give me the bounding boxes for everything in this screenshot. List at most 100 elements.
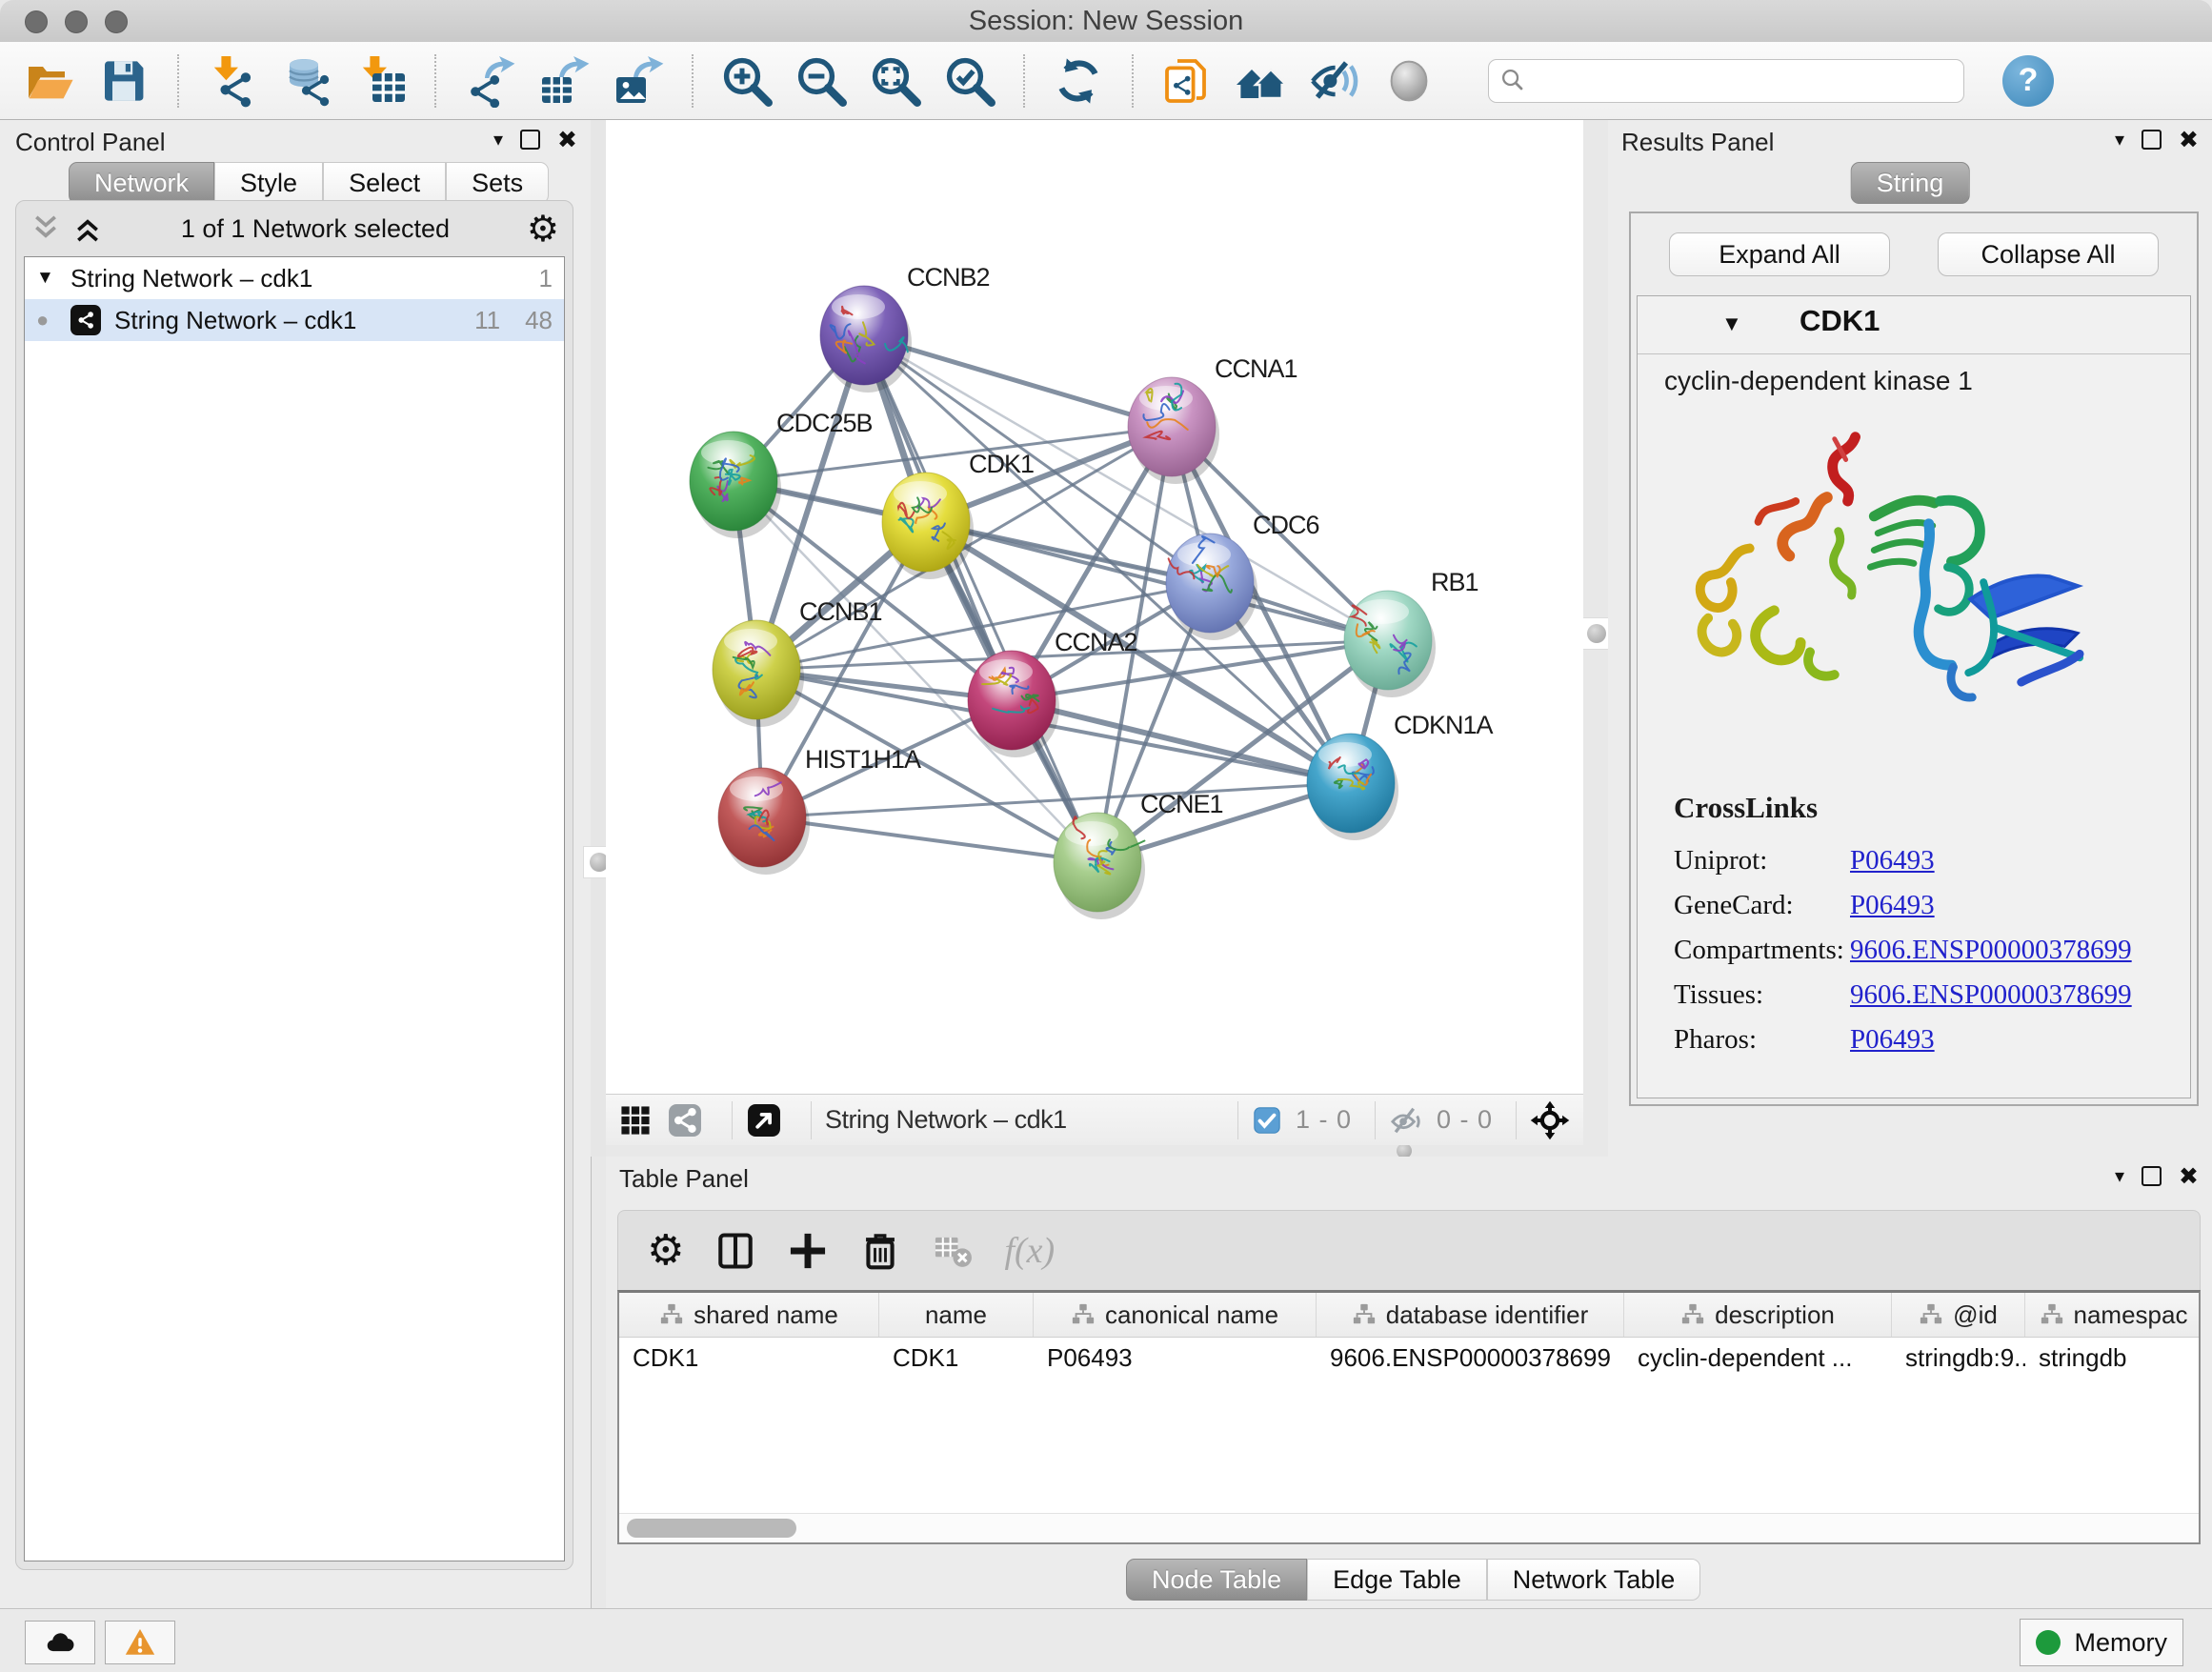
expand-all-button[interactable]: Expand All xyxy=(1669,232,1890,276)
network-selection-row: 1 of 1 Network selected ⚙ xyxy=(16,201,573,256)
crosslink-link[interactable]: P06493 xyxy=(1850,890,1935,921)
import-network-file-button[interactable] xyxy=(202,50,263,111)
collapse-all-button[interactable]: Collapse All xyxy=(1938,232,2159,276)
node-CCNE1[interactable] xyxy=(1054,813,1145,919)
home-button[interactable] xyxy=(1231,50,1292,111)
node-CDKN1A[interactable] xyxy=(1307,734,1398,840)
node-CDK1[interactable] xyxy=(882,473,974,579)
network-edge[interactable] xyxy=(926,522,1388,640)
table-cell[interactable]: stringdb:9... xyxy=(1892,1338,2025,1378)
table-cell[interactable]: P06493 xyxy=(1034,1338,1317,1378)
search-input[interactable] xyxy=(1529,65,1954,96)
help-button[interactable]: ? xyxy=(2002,55,2054,107)
table-hscrollbar-thumb[interactable] xyxy=(627,1519,796,1538)
table-panel-collapse-icon[interactable]: ▾ xyxy=(2115,1164,2124,1188)
table-gear-icon[interactable]: ⚙ xyxy=(647,1230,684,1272)
node-RB1[interactable] xyxy=(1344,591,1436,697)
tab-string[interactable]: String xyxy=(1851,162,1970,204)
memory-label: Memory xyxy=(2074,1628,2167,1658)
table-panel-float-icon[interactable] xyxy=(2142,1166,2162,1186)
network-edge[interactable] xyxy=(864,335,1097,862)
left-splitter[interactable] xyxy=(591,120,606,1157)
control-panel-collapse-icon[interactable]: ▾ xyxy=(493,128,503,151)
table-cell[interactable]: CDK1 xyxy=(879,1338,1034,1378)
zoom-out-button[interactable] xyxy=(791,50,852,111)
cloud-button[interactable] xyxy=(25,1621,95,1664)
collapse-all-networks-icon[interactable] xyxy=(30,212,62,245)
memory-button[interactable]: Memory xyxy=(2020,1619,2183,1666)
table-cell[interactable]: cyclin-dependent ... xyxy=(1624,1338,1892,1378)
export-table-button[interactable] xyxy=(533,50,594,111)
node-CCNB2[interactable] xyxy=(820,286,912,393)
table-panel-close-icon[interactable]: ✖ xyxy=(2179,1164,2199,1188)
search-box[interactable] xyxy=(1488,59,1964,103)
tree-expand-icon[interactable]: ▼ xyxy=(36,268,70,289)
results-panel-close-icon[interactable]: ✖ xyxy=(2179,128,2199,151)
column-header-@id[interactable]: @id xyxy=(1892,1293,2025,1337)
grid-view-icon[interactable] xyxy=(619,1104,652,1137)
selected-nodes-checkbox-icon[interactable] xyxy=(1252,1105,1282,1136)
crosslink-link[interactable]: P06493 xyxy=(1850,1024,1935,1056)
tab-sets[interactable]: Sets xyxy=(446,162,549,204)
column-header-namespac[interactable]: namespac xyxy=(2025,1293,2201,1337)
cloud-icon xyxy=(44,1626,76,1659)
network-view-mode-icon[interactable] xyxy=(667,1102,703,1138)
import-table-button[interactable] xyxy=(351,50,412,111)
control-panel-float-icon[interactable] xyxy=(520,130,540,150)
share-document-button[interactable] xyxy=(1156,50,1217,111)
export-network-button[interactable] xyxy=(459,50,520,111)
show-columns-icon[interactable] xyxy=(714,1230,756,1272)
bottom-splitter-handle[interactable] xyxy=(1389,1145,1419,1157)
table-cell[interactable]: stringdb xyxy=(2025,1338,2201,1378)
column-header-shared-name[interactable]: shared name xyxy=(619,1293,879,1337)
tab-network[interactable]: Network xyxy=(69,162,214,204)
fit-content-crosshair-icon[interactable] xyxy=(1530,1100,1570,1140)
results-panel-collapse-icon[interactable]: ▾ xyxy=(2115,128,2124,151)
table-cell[interactable]: CDK1 xyxy=(619,1338,879,1378)
show-graphics-details-button[interactable] xyxy=(1379,50,1440,111)
column-header-canonical-name[interactable]: canonical name xyxy=(1034,1293,1317,1337)
network-row[interactable]: ● String Network – cdk1 11 48 xyxy=(25,299,564,341)
warnings-button[interactable] xyxy=(105,1621,175,1664)
crosslink-link[interactable]: 9606.ENSP00000378699 xyxy=(1850,935,2132,966)
network-canvas[interactable]: CCNB2 CCNA1 CDC25B CDK1 CDC6 RB1 CCNB1 C… xyxy=(606,120,1583,1094)
control-panel-close-icon[interactable]: ✖ xyxy=(557,128,577,151)
zoom-in-button[interactable] xyxy=(716,50,777,111)
refresh-button[interactable] xyxy=(1048,50,1109,111)
import-network-database-button[interactable] xyxy=(276,50,337,111)
delete-column-icon[interactable] xyxy=(859,1230,901,1272)
tab-select[interactable]: Select xyxy=(323,162,446,204)
results-panel-float-icon[interactable] xyxy=(2142,130,2162,150)
node-HIST1H1A[interactable] xyxy=(718,768,810,875)
tab-network-table[interactable]: Network Table xyxy=(1487,1559,1701,1601)
add-column-icon[interactable] xyxy=(787,1230,829,1272)
column-header-database-identifier[interactable]: database identifier xyxy=(1317,1293,1624,1337)
node-CCNA1[interactable] xyxy=(1128,377,1219,484)
column-header-name[interactable]: name xyxy=(879,1293,1034,1337)
birds-eye-view-icon[interactable] xyxy=(746,1102,782,1138)
tab-style[interactable]: Style xyxy=(214,162,323,204)
zoom-selected-button[interactable] xyxy=(939,50,1000,111)
hide-graphics-details-button[interactable] xyxy=(1305,50,1366,111)
table-hscrollbar[interactable] xyxy=(619,1513,2199,1542)
gene-section-caret-icon[interactable]: ▼ xyxy=(1721,312,1742,336)
network-edge[interactable] xyxy=(762,817,1097,862)
gene-section-header[interactable]: ▼ CDK1 xyxy=(1638,296,2190,354)
save-session-button[interactable] xyxy=(93,50,154,111)
tab-node-table[interactable]: Node Table xyxy=(1126,1559,1307,1601)
results-panel-title: Results Panel xyxy=(1621,128,1774,157)
network-options-gear-icon[interactable]: ⚙ xyxy=(527,211,559,247)
table-cell[interactable]: 9606.ENSP00000378699 xyxy=(1317,1338,1624,1378)
table-row[interactable]: CDK1CDK1P064939606.ENSP00000378699cyclin… xyxy=(619,1338,2199,1378)
crosslink-link[interactable]: 9606.ENSP00000378699 xyxy=(1850,979,2132,1011)
open-session-button[interactable] xyxy=(19,50,80,111)
export-image-button[interactable] xyxy=(608,50,669,111)
network-collection-row[interactable]: ▼ String Network – cdk1 1 xyxy=(25,257,564,299)
window-titlebar[interactable]: Session: New Session xyxy=(0,0,2212,43)
node-CDC25B[interactable] xyxy=(690,432,781,538)
column-header-description[interactable]: description xyxy=(1624,1293,1892,1337)
crosslink-link[interactable]: P06493 xyxy=(1850,845,1935,876)
expand-all-networks-icon[interactable] xyxy=(71,212,104,245)
tab-edge-table[interactable]: Edge Table xyxy=(1307,1559,1487,1601)
zoom-fit-button[interactable] xyxy=(865,50,926,111)
